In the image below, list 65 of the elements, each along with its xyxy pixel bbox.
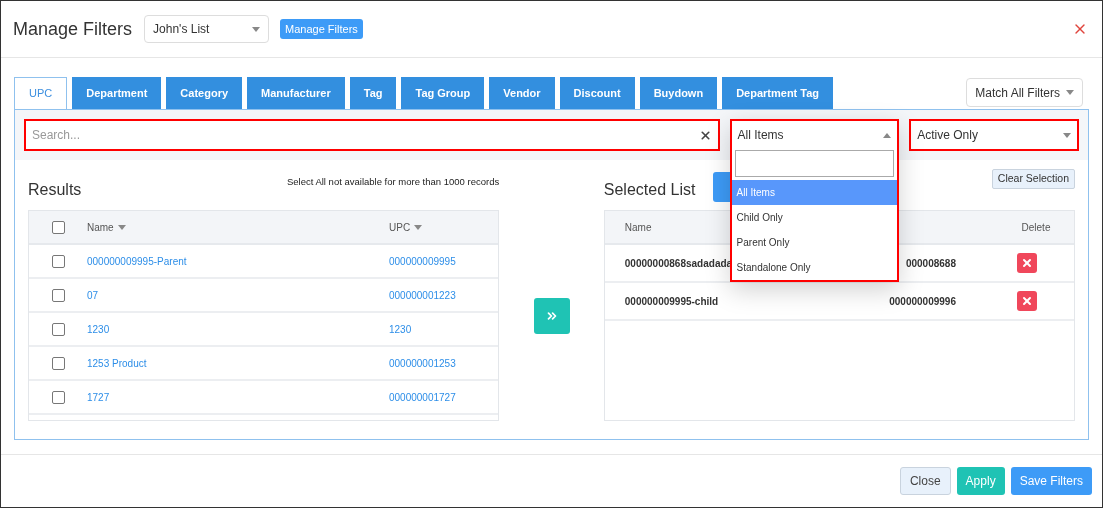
- filter-tab[interactable]: Department Tag: [722, 77, 834, 109]
- manage-filters-button[interactable]: Manage Filters: [280, 19, 363, 39]
- upc-link[interactable]: 000000009995: [389, 253, 456, 269]
- footer-button[interactable]: Apply: [956, 467, 1005, 495]
- delete-icon: [1021, 257, 1033, 269]
- filter-tab[interactable]: Buydown: [639, 77, 718, 109]
- filter-tab[interactable]: Vendor: [489, 77, 555, 109]
- item-name-link[interactable]: 1230: [87, 321, 389, 337]
- checkbox[interactable]: [51, 322, 65, 336]
- checkbox[interactable]: [51, 288, 65, 302]
- footer-button[interactable]: Close: [899, 467, 951, 495]
- delete-button[interactable]: [1017, 291, 1037, 311]
- filter-tab[interactable]: UPC: [14, 77, 68, 109]
- caret-icon: [252, 26, 261, 32]
- item-name: 00000000868sadadada: [624, 256, 733, 271]
- list-select[interactable]: John's List: [144, 15, 270, 43]
- column-header[interactable]: UPC: [389, 219, 411, 235]
- checkbox[interactable]: [51, 254, 65, 268]
- upc-link[interactable]: 000000001223: [389, 287, 456, 303]
- item-upc: 000000009996: [889, 294, 956, 309]
- selected-list-title: Selected List: [603, 180, 696, 200]
- caret-icon: [883, 132, 892, 138]
- item-name-link[interactable]: 1253 Product: [87, 355, 389, 371]
- type-select[interactable]: All Items: [731, 121, 898, 149]
- caret-icon: [1063, 132, 1071, 138]
- dropdown-option[interactable]: Child Only: [731, 205, 898, 230]
- limit-note: Select All not available for more than 1000 records: [286, 175, 500, 189]
- upc-link[interactable]: 000000001727: [389, 389, 456, 405]
- checkbox[interactable]: [51, 356, 65, 370]
- clear-icon[interactable]: [698, 128, 712, 142]
- filter-tab[interactable]: Manufacturer: [247, 77, 345, 109]
- dropdown-option[interactable]: Parent Only: [731, 230, 898, 255]
- filter-tab[interactable]: Discount: [559, 77, 635, 109]
- clear-selection-button[interactable]: Clear Selection: [991, 169, 1075, 189]
- footer-button[interactable]: Save Filters: [1010, 467, 1092, 495]
- item-name-link[interactable]: 07: [87, 287, 389, 303]
- results-title: Results: [28, 180, 82, 200]
- item-name-link[interactable]: 1727: [87, 389, 389, 405]
- filter-tab[interactable]: Tag: [349, 77, 397, 109]
- search-input[interactable]: Search...: [32, 126, 699, 144]
- delete-icon: [1021, 295, 1033, 307]
- item-upc: 000008688: [905, 256, 956, 271]
- checkbox[interactable]: [51, 220, 65, 234]
- filter-tab[interactable]: Tag Group: [401, 77, 485, 109]
- caret-icon: [414, 224, 423, 230]
- caret-icon: [1066, 90, 1074, 95]
- upc-link[interactable]: 000000001253: [389, 355, 456, 371]
- delete-button[interactable]: [1017, 253, 1037, 273]
- search-field[interactable]: Search...: [24, 119, 720, 151]
- dropdown-option[interactable]: Standalone Only: [731, 255, 898, 280]
- status-select[interactable]: Active Only: [909, 119, 1079, 151]
- filter-tab[interactable]: Category: [166, 77, 243, 109]
- window-title: Manage Filters: [13, 17, 133, 41]
- dropdown-search-field[interactable]: [734, 150, 895, 177]
- column-header[interactable]: Name: [87, 219, 114, 235]
- match-select[interactable]: Match All Filters: [966, 78, 1083, 107]
- checkbox[interactable]: [51, 390, 65, 404]
- column-header: Delete: [1020, 220, 1052, 235]
- dropdown-option[interactable]: All Items: [731, 180, 898, 205]
- item-name: 000000009995-child: [624, 294, 719, 309]
- caret-icon: [117, 224, 126, 230]
- column-header: Name: [623, 220, 652, 235]
- filter-tab[interactable]: Department: [72, 77, 162, 109]
- item-name-link[interactable]: 000000009995-Parent: [87, 253, 389, 269]
- upc-link[interactable]: 1230: [389, 321, 412, 337]
